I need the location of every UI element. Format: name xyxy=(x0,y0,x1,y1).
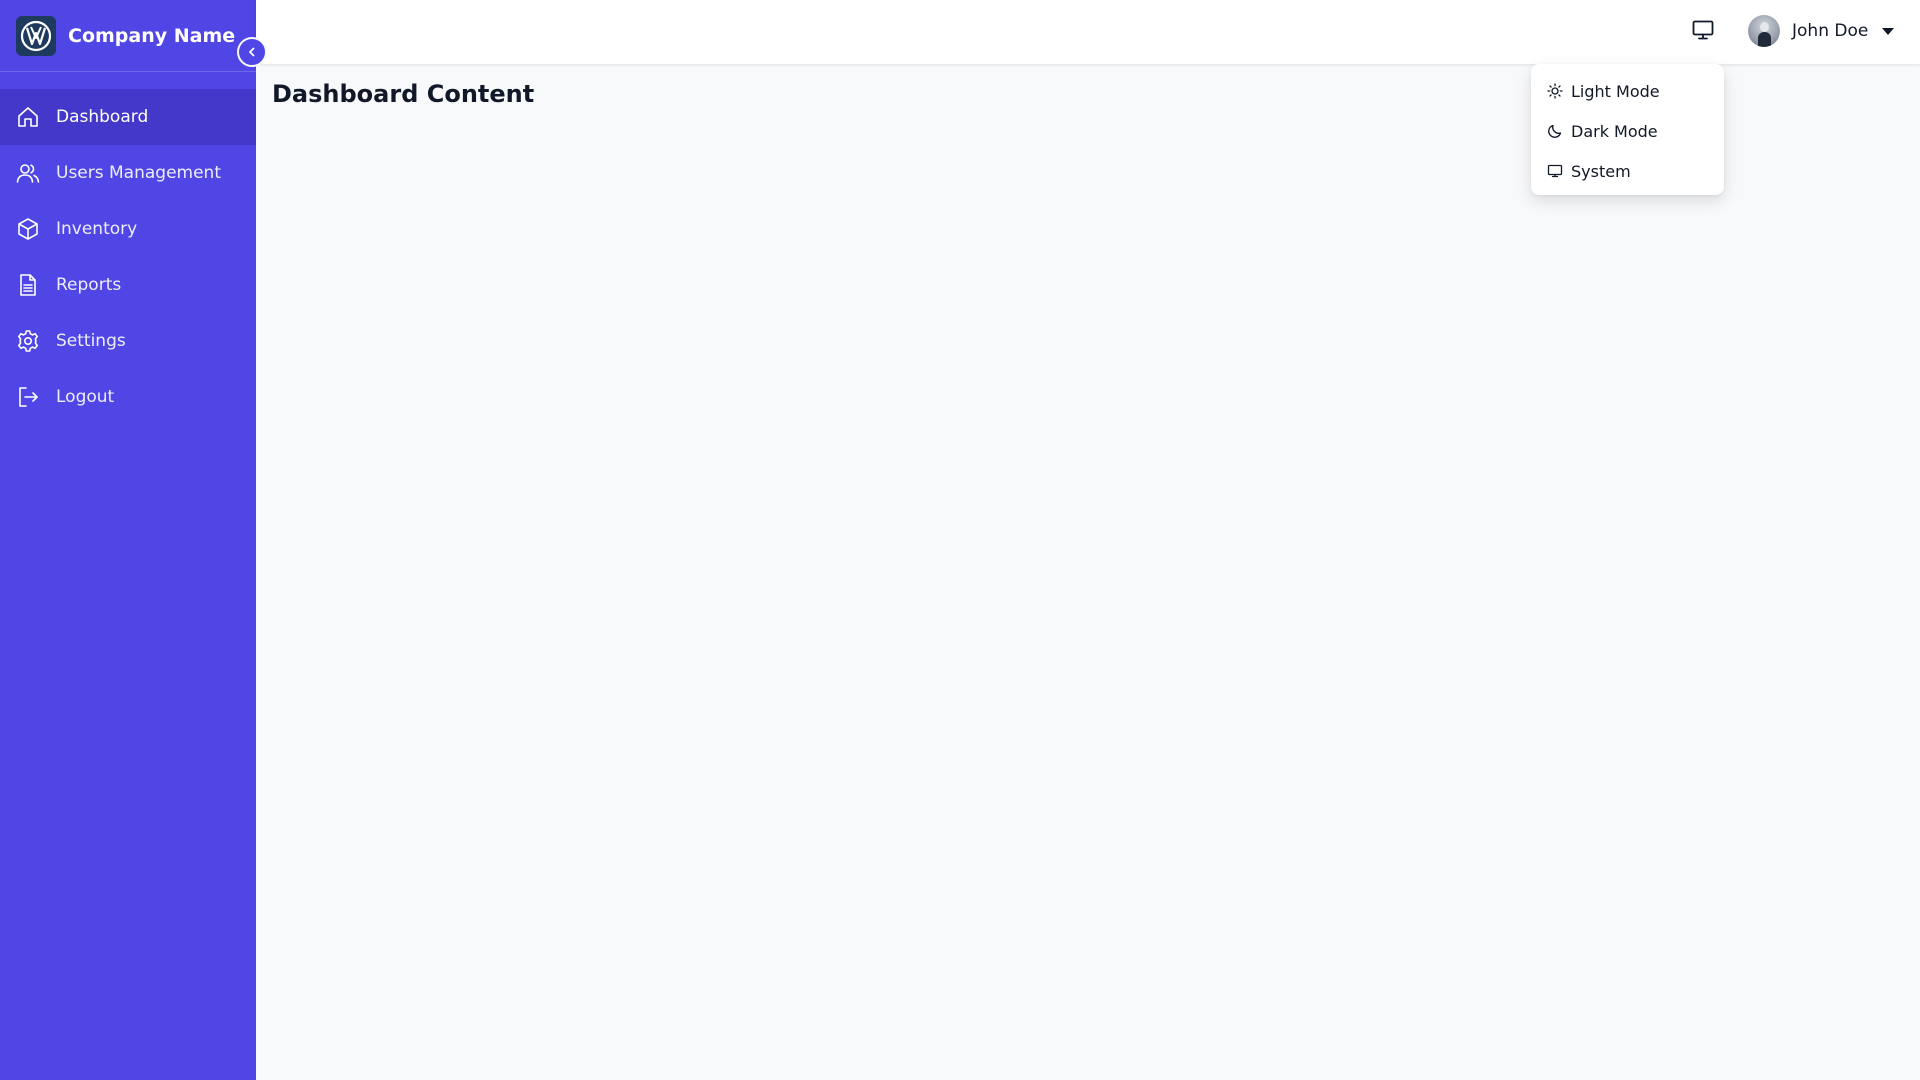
sidebar-item-dashboard[interactable]: Dashboard xyxy=(0,89,256,145)
theme-option-light[interactable]: Light Mode xyxy=(1531,71,1724,111)
sidebar-nav: Dashboard Users Management Inventory Rep… xyxy=(0,89,256,425)
caret-down-icon xyxy=(1882,27,1895,35)
sidebar-item-label: Dashboard xyxy=(56,107,149,127)
theme-option-dark[interactable]: Dark Mode xyxy=(1531,111,1724,151)
box-icon xyxy=(16,217,40,241)
user-menu-button[interactable]: John Doe xyxy=(1748,15,1895,47)
monitor-icon xyxy=(1691,18,1715,46)
document-icon xyxy=(16,273,40,297)
sidebar-item-label: Logout xyxy=(56,387,115,407)
sidebar-collapse-button[interactable] xyxy=(237,37,267,67)
theme-option-label: System xyxy=(1571,161,1631,181)
monitor-icon xyxy=(1547,163,1563,179)
sidebar-item-settings[interactable]: Settings xyxy=(0,313,256,369)
sidebar-item-inventory[interactable]: Inventory xyxy=(0,201,256,257)
theme-option-system[interactable]: System xyxy=(1531,151,1724,191)
moon-icon xyxy=(1547,123,1563,139)
page-title: Dashboard Content xyxy=(272,80,535,108)
sun-icon xyxy=(1547,83,1563,99)
users-icon xyxy=(16,161,40,185)
theme-dropdown: Light Mode Dark Mode System xyxy=(1531,64,1724,195)
user-name: John Doe xyxy=(1792,21,1869,41)
sidebar-item-users-management[interactable]: Users Management xyxy=(0,145,256,201)
sidebar-item-reports[interactable]: Reports xyxy=(0,257,256,313)
chevron-left-icon xyxy=(246,43,258,62)
sidebar-item-label: Settings xyxy=(56,331,126,351)
sidebar-item-logout[interactable]: Logout xyxy=(0,369,256,425)
theme-option-label: Light Mode xyxy=(1571,81,1660,101)
gear-icon xyxy=(16,329,40,353)
sidebar-item-label: Inventory xyxy=(56,219,138,239)
theme-toggle-button[interactable] xyxy=(1690,19,1716,45)
brand[interactable]: Company Name xyxy=(0,0,256,72)
avatar xyxy=(1748,15,1780,47)
home-icon xyxy=(16,105,40,129)
logout-icon xyxy=(16,385,40,409)
theme-option-label: Dark Mode xyxy=(1571,121,1658,141)
top-header: John Doe xyxy=(256,0,1920,64)
vw-logo-icon xyxy=(16,15,56,56)
sidebar: Company Name Dashboard Users Management xyxy=(0,0,256,1080)
sidebar-item-label: Users Management xyxy=(56,163,221,183)
sidebar-item-label: Reports xyxy=(56,275,122,295)
company-name: Company Name xyxy=(68,24,236,47)
